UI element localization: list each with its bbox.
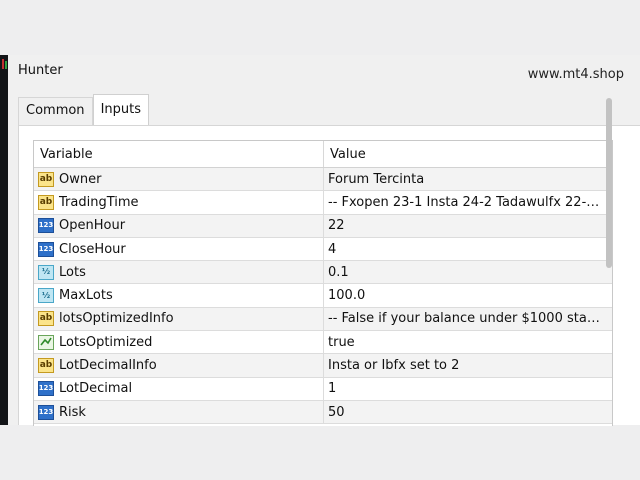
grid-rows: ab Owner Forum Tercinta ab TradingTime -- Fxo… bbox=[34, 168, 612, 425]
value-text: 50 bbox=[328, 404, 345, 420]
value-text: 100.0 bbox=[328, 288, 366, 304]
variable-name: Owner bbox=[59, 171, 102, 187]
value-cell[interactable]: 4 bbox=[324, 238, 612, 260]
variable-cell: ab lotsOptimizedInfo bbox=[34, 307, 324, 331]
value-text: true bbox=[328, 334, 355, 350]
variable-name: LotsOptimized bbox=[59, 334, 153, 350]
grid-header: Variable Value bbox=[34, 141, 612, 168]
column-header-variable[interactable]: Variable bbox=[34, 141, 324, 167]
table-row[interactable]: 123 LotDecimal 1 bbox=[34, 377, 612, 401]
candle-mark bbox=[5, 61, 7, 69]
string-type-icon: ab bbox=[38, 171, 54, 187]
table-row[interactable]: ab TradingTime -- Fxopen 23-1 Insta 24-2 T… bbox=[34, 191, 612, 215]
value-cell[interactable]: 22 bbox=[324, 215, 612, 237]
column-header-value[interactable]: Value bbox=[324, 141, 366, 167]
variable-name: Risk bbox=[59, 404, 86, 420]
dialog-title: Hunter bbox=[18, 63, 63, 78]
table-row[interactable]: 123 Risk 50 bbox=[34, 400, 612, 425]
variable-cell: ½ MaxLots bbox=[34, 284, 324, 307]
table-row[interactable]: ab Owner Forum Tercinta bbox=[34, 168, 612, 192]
tab-inputs[interactable]: Inputs bbox=[92, 94, 149, 125]
variable-cell: 123 LotDecimal bbox=[34, 377, 324, 400]
variable-name: CloseHour bbox=[59, 241, 126, 257]
variable-name: MaxLots bbox=[59, 288, 113, 304]
expert-properties-dialog: Hunter www.mt4.shop Common Inputs Variab… bbox=[8, 55, 640, 426]
integer-type-icon: 123 bbox=[38, 218, 54, 234]
tab-bar: Common Inputs bbox=[18, 94, 149, 125]
string-type-icon: ab bbox=[38, 311, 54, 327]
table-row[interactable]: 123 OpenHour 22 bbox=[34, 214, 612, 238]
bool-type-icon bbox=[38, 334, 54, 350]
variable-cell: 123 CloseHour bbox=[34, 237, 324, 261]
value-text: Forum Tercinta bbox=[328, 171, 425, 187]
value-text: -- Fxopen 23-1 Insta 24-2 Tadawulfx 22-2… bbox=[328, 194, 606, 210]
candle-mark bbox=[2, 59, 4, 69]
string-type-icon: ab bbox=[38, 194, 54, 210]
grid-scrollbar[interactable] bbox=[606, 98, 612, 268]
value-text: 1 bbox=[328, 381, 337, 397]
variable-name: Lots bbox=[59, 264, 86, 280]
variable-cell: ab LotDecimalInfo bbox=[34, 354, 324, 377]
value-text: 0.1 bbox=[328, 264, 349, 280]
table-row[interactable]: 123 CloseHour 4 bbox=[34, 237, 612, 262]
chart-edge bbox=[0, 55, 8, 425]
variable-cell: ab Owner bbox=[34, 168, 324, 191]
top-backdrop bbox=[0, 0, 640, 55]
integer-type-icon: 123 bbox=[38, 404, 54, 420]
double-type-icon: ½ bbox=[38, 264, 54, 280]
table-row[interactable]: ½ Lots 0.1 bbox=[34, 261, 612, 285]
value-cell[interactable]: 0.1 bbox=[324, 261, 612, 283]
variable-cell: ab TradingTime bbox=[34, 191, 324, 214]
inputs-grid: Variable Value ab Owner Forum Tercinta ab Tr… bbox=[33, 140, 613, 426]
value-text: Insta or Ibfx set to 2 bbox=[328, 358, 460, 374]
value-text: -- False if your balance under $1000 sta… bbox=[328, 311, 606, 327]
variable-name: LotDecimal bbox=[59, 381, 133, 397]
value-cell[interactable]: Insta or Ibfx set to 2 bbox=[324, 354, 612, 376]
double-type-icon: ½ bbox=[38, 288, 54, 304]
variable-name: lotsOptimizedInfo bbox=[59, 311, 174, 327]
value-text: 22 bbox=[328, 218, 345, 234]
value-cell[interactable]: 100.0 bbox=[324, 284, 612, 306]
variable-cell: 123 OpenHour bbox=[34, 214, 324, 237]
variable-name: LotDecimalInfo bbox=[59, 358, 157, 374]
watermark-text: www.mt4.shop bbox=[527, 67, 624, 82]
table-row[interactable]: LotsOptimized true bbox=[34, 331, 612, 355]
string-type-icon: ab bbox=[38, 358, 54, 374]
variable-cell: 123 Risk bbox=[34, 400, 324, 424]
variable-name: OpenHour bbox=[59, 218, 126, 234]
value-cell[interactable]: Forum Tercinta bbox=[324, 168, 612, 190]
table-row[interactable]: ab lotsOptimizedInfo -- False if your bala… bbox=[34, 307, 612, 332]
tab-common[interactable]: Common bbox=[18, 97, 93, 125]
variable-cell: LotsOptimized bbox=[34, 331, 324, 354]
value-cell[interactable]: 50 bbox=[324, 401, 612, 423]
variable-cell: ½ Lots bbox=[34, 261, 324, 284]
value-text: 4 bbox=[328, 241, 337, 257]
variable-name: TradingTime bbox=[59, 194, 139, 210]
table-row[interactable]: ab LotDecimalInfo Insta or Ibfx set to 2 bbox=[34, 354, 612, 378]
integer-type-icon: 123 bbox=[38, 241, 54, 257]
value-cell[interactable]: -- Fxopen 23-1 Insta 24-2 Tadawulfx 22-2… bbox=[324, 191, 612, 213]
integer-type-icon: 123 bbox=[38, 381, 54, 397]
inputs-panel: Variable Value ab Owner Forum Tercinta ab Tr… bbox=[18, 125, 640, 426]
value-cell[interactable]: -- False if your balance under $1000 sta… bbox=[324, 308, 612, 330]
table-row[interactable]: ½ MaxLots 100.0 bbox=[34, 284, 612, 308]
value-cell[interactable]: 1 bbox=[324, 378, 612, 400]
value-cell[interactable]: true bbox=[324, 331, 612, 353]
